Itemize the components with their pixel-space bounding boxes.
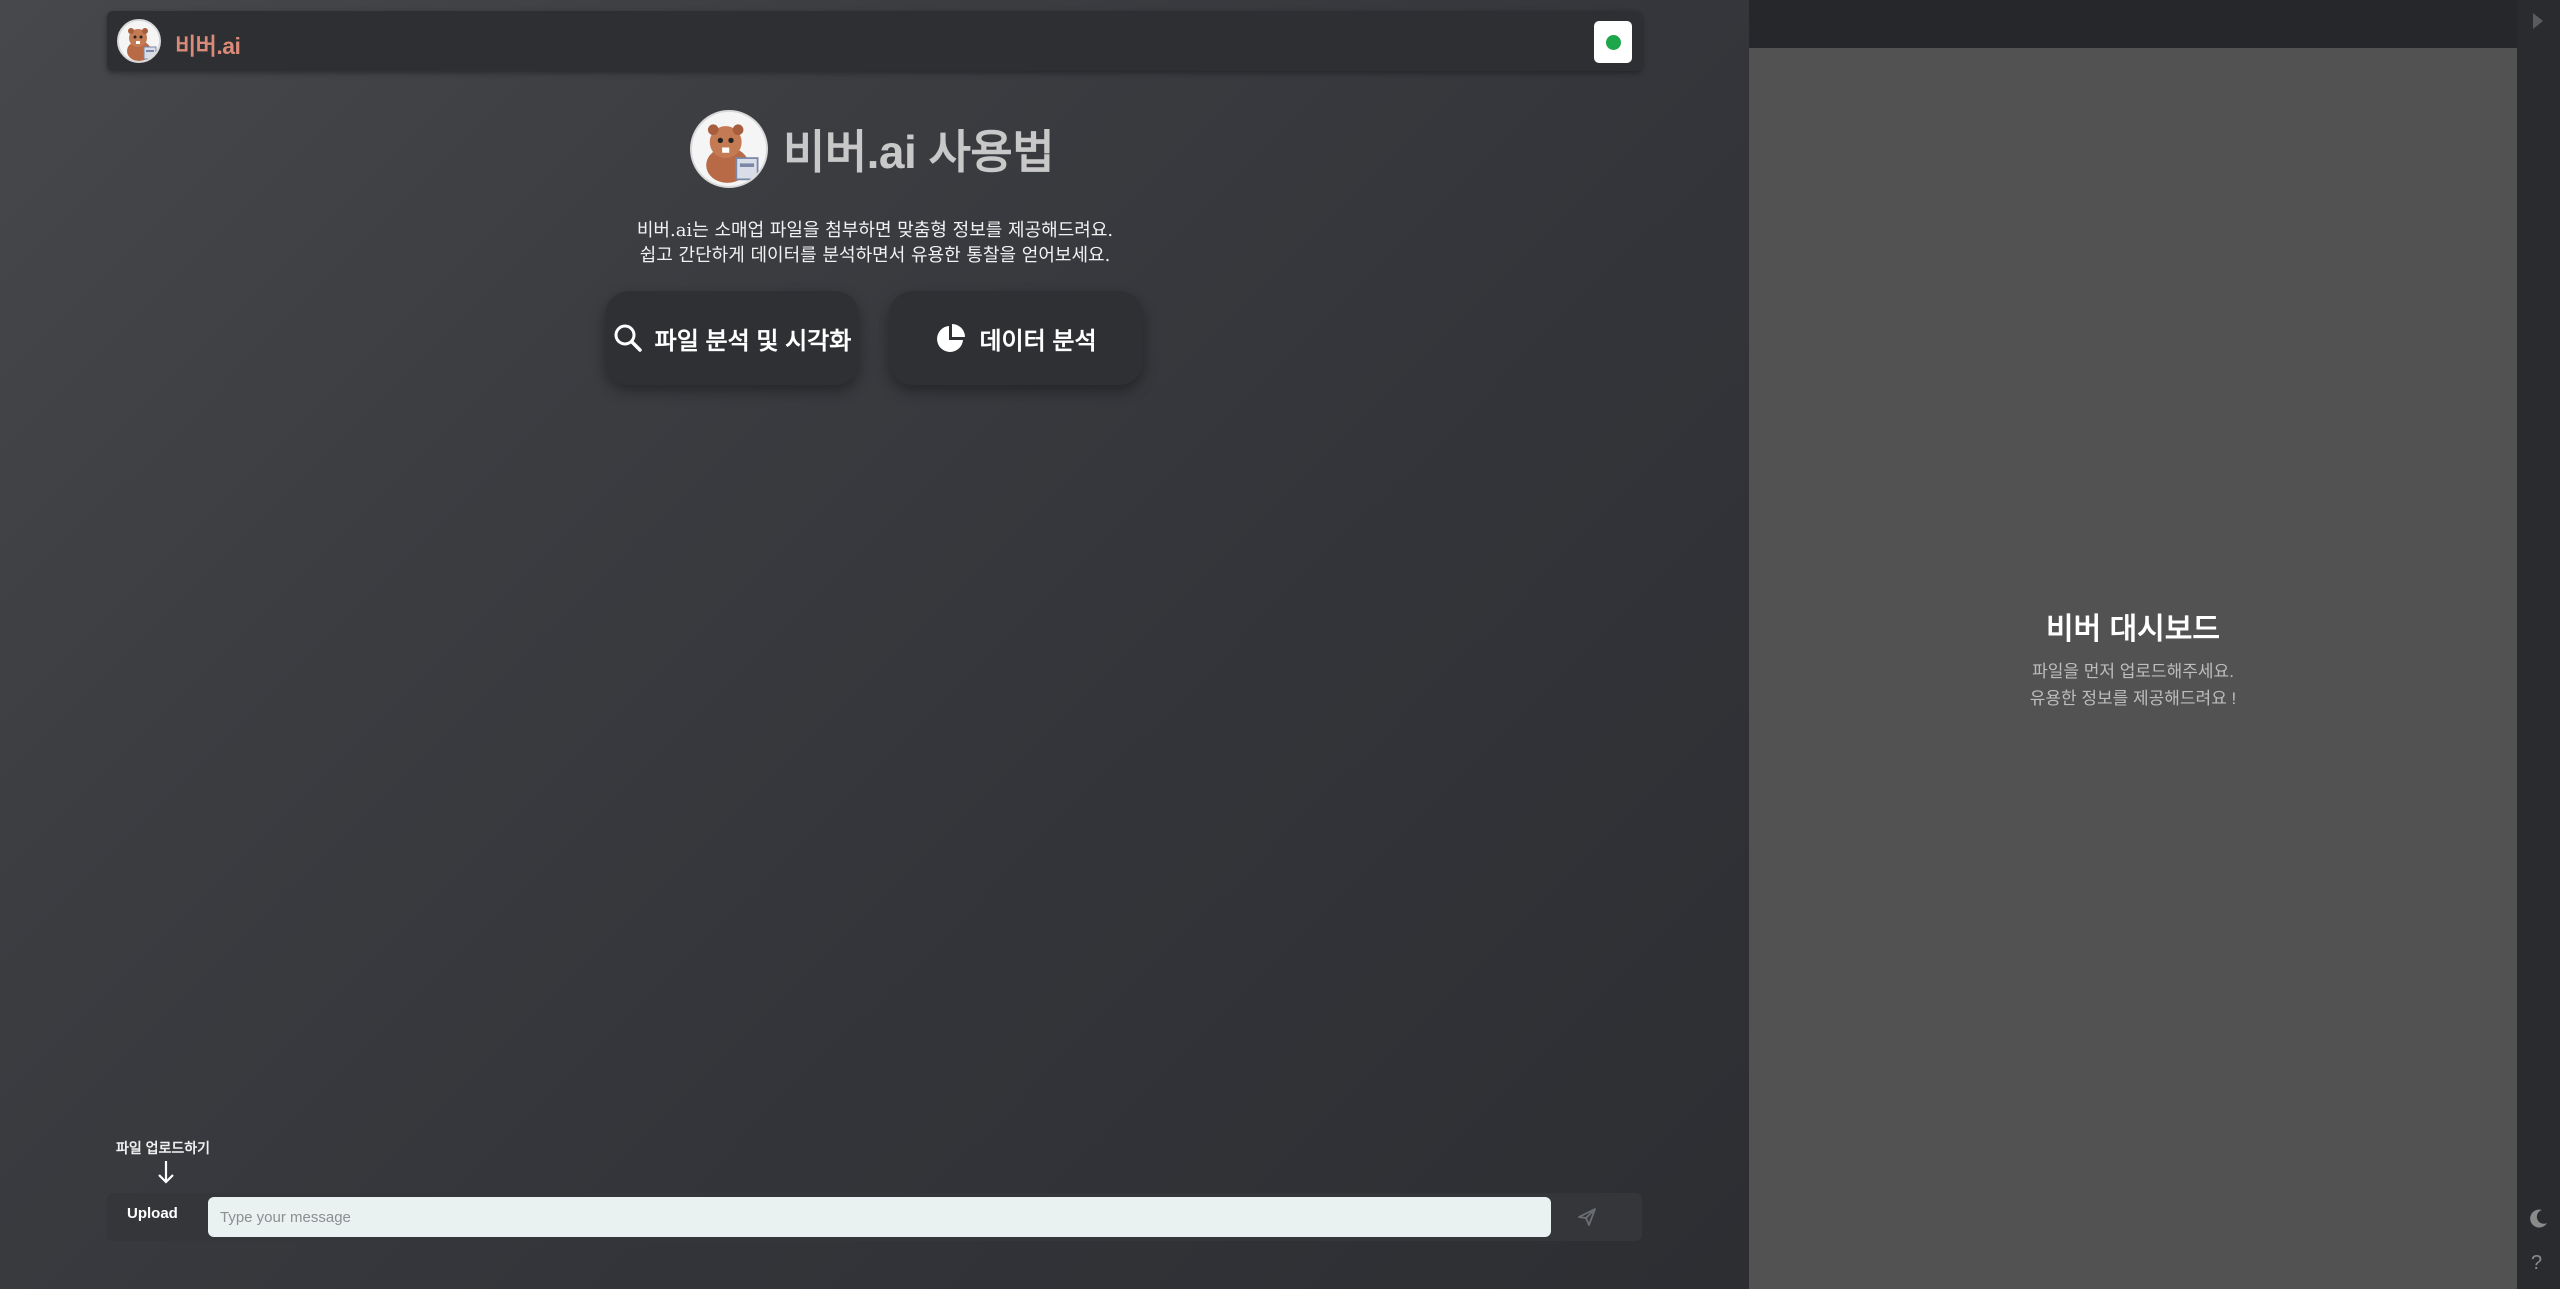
help-icon[interactable]: ? [2531,1252,2542,1275]
top-bar: 비버.ai [107,11,1642,71]
upload-hint: 파일 업로드하기 [116,1140,211,1156]
data-analysis-label: 데이터 분석 [979,327,1097,355]
arrow-down-icon [158,1161,174,1184]
file-analysis-label: 파일 분석 및 시각화 [654,327,852,355]
moon-icon[interactable] [2529,1208,2549,1228]
beaver-logo-icon [117,19,161,63]
pie-chart-icon [937,324,966,352]
beaver-logo-icon [690,110,768,188]
chat-area: 비버.ai 비버.ai 사용법 비버.ai는 소매업 파일을 첨부하면 맞춤형 … [0,0,1749,1289]
file-analysis-button[interactable]: 파일 분석 및 시각화 [605,291,859,385]
dashboard-subtitle-1: 파일을 먼저 업로드해주세요. [2032,662,2234,681]
dashboard-header [1749,0,2517,48]
dashboard-panel: 비버 대시보드 파일을 먼저 업로드해주세요. 유용한 정보를 제공해드려요 ! [1749,0,2517,1289]
right-rail: ? [2517,0,2560,1289]
send-icon[interactable] [1577,1207,1597,1227]
intro-text-line-1: 비버.ai는 소매업 파일을 첨부하면 맞춤형 정보를 제공해드려요. [636,220,1114,241]
upload-button[interactable]: Upload [127,1205,178,1222]
data-analysis-button[interactable]: 데이터 분석 [889,291,1143,385]
page-title: 비버.ai 사용법 [783,126,1055,178]
collapse-right-icon[interactable] [2531,11,2545,31]
intro-text-line-2: 쉽고 간단하게 데이터를 분석하면서 유용한 통찰을 얻어보세요. [639,245,1111,266]
dashboard-subtitle-2: 유용한 정보를 제공해드려요 ! [2029,689,2237,708]
message-input[interactable] [208,1197,1551,1237]
status-button[interactable] [1594,21,1632,63]
status-dot-icon [1606,35,1621,50]
dashboard-title: 비버 대시보드 [2046,613,2220,646]
message-composer: Upload [107,1193,1642,1241]
brand-name: 비버.ai [175,33,241,59]
search-icon [614,324,642,352]
